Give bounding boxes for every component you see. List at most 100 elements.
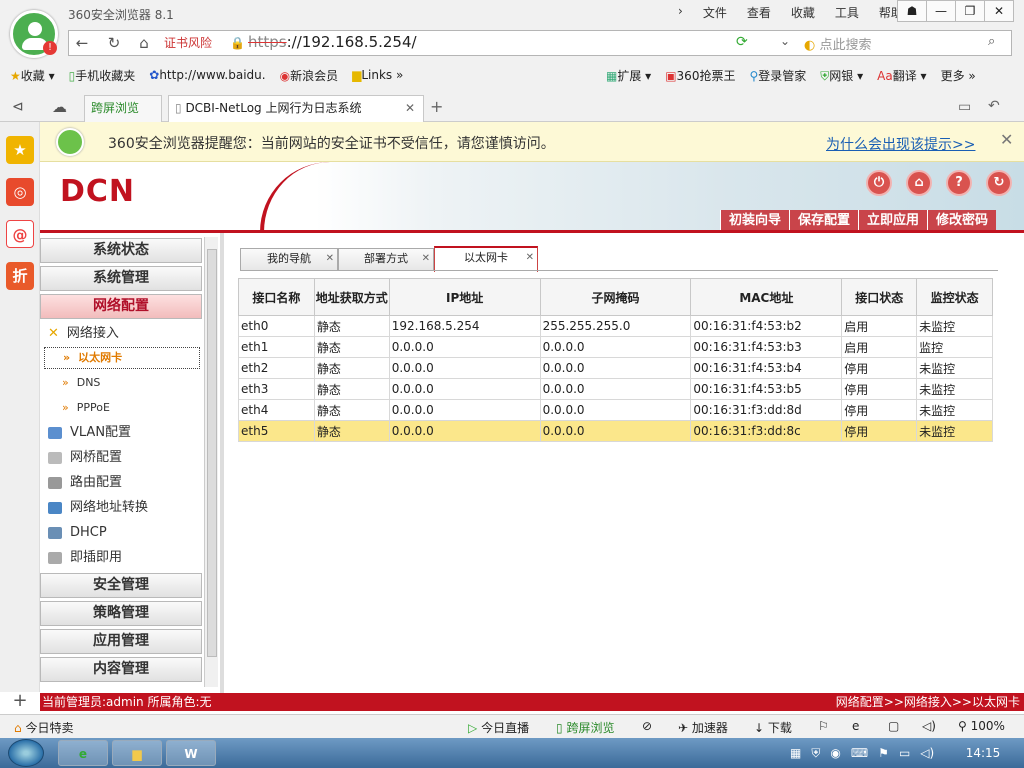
table-row[interactable]: eth2 静态 0.0.0.0 0.0.0.0 00:16:31:f4:53:b4 停用未…	[238, 357, 993, 379]
tab-deploy-mode[interactable]: 部署方式 ✕	[338, 248, 434, 270]
browser-logo-icon[interactable]: !	[10, 10, 58, 58]
status-cross-screen[interactable]: ▯ 跨屏浏览	[556, 719, 614, 736]
ext-translate[interactable]: Aa翻译 ▾	[877, 67, 926, 84]
ext-more[interactable]: 更多 »	[941, 67, 976, 84]
refresh-icon[interactable]: ↻	[986, 170, 1012, 196]
close-icon[interactable]: ✕	[422, 249, 430, 269]
url-text[interactable]: https://192.168.5.254/	[248, 33, 417, 51]
close-tab-icon[interactable]: ✕	[405, 96, 415, 121]
nav-setup-wizard[interactable]: 初装向导	[720, 210, 789, 232]
bookmark-mobile[interactable]: ▯手机收藏夹	[69, 67, 136, 84]
tab-my-nav[interactable]: 我的导航 ✕	[240, 248, 338, 270]
close-icon[interactable]: ✕	[526, 248, 534, 268]
weibo-icon[interactable]: ◎	[6, 178, 34, 206]
star-icon[interactable]: ★	[6, 136, 34, 164]
bookmark-sina[interactable]: ◉新浪会员	[280, 67, 339, 84]
tab-ethernet[interactable]: 以太网卡 ✕	[434, 246, 538, 272]
email-icon[interactable]: @	[6, 220, 34, 248]
status-download[interactable]: ↓ 下载	[754, 719, 792, 736]
refresh-icon[interactable]: ↻	[104, 33, 124, 53]
sidebar-item-dhcp[interactable]: DHCP	[48, 522, 107, 544]
sidebar-sub-pppoe[interactable]: » PPPoE	[62, 397, 110, 419]
sidebar-item-routing[interactable]: 路由配置	[48, 472, 122, 494]
undo-close-icon[interactable]: ↶	[988, 98, 1000, 114]
bookmark-baidu[interactable]: ✿http://www.baidu.	[149, 68, 265, 82]
volume-icon[interactable]: ◁)	[922, 719, 936, 733]
tray-shield-icon[interactable]: ⛨	[811, 746, 820, 761]
tray-network-icon[interactable]: ▦	[790, 746, 801, 761]
ext-ticket[interactable]: ▣360抢票王	[665, 67, 735, 84]
window-icon[interactable]: ▢	[888, 719, 899, 733]
banner-link[interactable]: 为什么会出现该提示>>	[826, 134, 975, 154]
discount-icon[interactable]: 折	[6, 262, 34, 290]
nav-change-password[interactable]: 修改密码	[927, 210, 996, 232]
sidebar-item-bridge[interactable]: 网桥配置	[48, 447, 122, 469]
sidebar-item-vlan[interactable]: VLAN配置	[48, 422, 131, 444]
add-icon[interactable]: +	[0, 690, 40, 712]
ext-extend[interactable]: ▦扩展 ▾	[606, 67, 651, 84]
home-icon[interactable]: ⌂	[906, 170, 932, 196]
menu-file[interactable]: 文件	[703, 4, 727, 21]
sidebar-item-system-management[interactable]: 系统管理	[40, 266, 202, 291]
flag-icon[interactable]: ⚐	[818, 719, 829, 733]
speed-icon[interactable]: ⊘	[642, 719, 652, 733]
tray-flag-icon[interactable]: ⚑	[878, 746, 889, 761]
reload-compat-icon[interactable]: ⟳	[736, 34, 748, 50]
bookmark-links[interactable]: ▆Links »	[352, 68, 403, 82]
sidebar-scrollbar[interactable]	[204, 237, 218, 687]
sidebar-sub-ethernet[interactable]: » 以太网卡	[44, 347, 200, 369]
status-accelerator[interactable]: ✈ 加速器	[678, 719, 728, 736]
ext-login[interactable]: ⚲登录管家	[749, 67, 806, 84]
logout-icon[interactable]: ⏻	[866, 170, 892, 196]
sidebar-item-network-config[interactable]: 网络配置	[40, 294, 202, 319]
back-icon[interactable]: ←	[72, 33, 92, 53]
minimize-button[interactable]: —	[926, 0, 956, 22]
taskbar-word-icon[interactable]: W	[166, 740, 216, 766]
tab-cross-screen[interactable]: 跨屏浏览	[84, 95, 162, 122]
sidebar-item-policy[interactable]: 策略管理	[40, 601, 202, 626]
maximize-button[interactable]: ❐	[955, 0, 985, 22]
tab-dcbi[interactable]: ▯ DCBI-NetLog 上网行为日志系统 ✕	[168, 95, 424, 122]
table-row[interactable]: eth3 静态 0.0.0.0 0.0.0.0 00:16:31:f4:53:b5 停用未…	[238, 378, 993, 400]
start-button[interactable]	[8, 739, 44, 767]
home-icon[interactable]: ⌂	[134, 33, 154, 53]
close-button[interactable]: ✕	[984, 0, 1014, 22]
tray-ime-icon[interactable]: ⌨	[851, 746, 868, 761]
sidebar-group-network-access[interactable]: ✕ 网络接入	[48, 323, 119, 345]
status-live[interactable]: ▷ 今日直播	[468, 719, 529, 736]
sidebar-item-application[interactable]: 应用管理	[40, 629, 202, 654]
nav-save-config[interactable]: 保存配置	[789, 210, 858, 232]
ext-bank[interactable]: ⛨网银 ▾	[820, 67, 863, 84]
tray-monitor-icon[interactable]: ▭	[899, 746, 910, 761]
close-icon[interactable]: ✕	[1000, 130, 1013, 149]
sidebar-item-plug-and-play[interactable]: 即插即用	[48, 547, 122, 569]
menu-view[interactable]: 查看	[747, 4, 771, 21]
sidebar-toggle-icon[interactable]: ⊲	[12, 99, 24, 115]
table-row[interactable]: eth4 静态 0.0.0.0 0.0.0.0 00:16:31:f3:dd:8d 停用未…	[238, 399, 993, 421]
status-sale[interactable]: ⌂ 今日特卖	[14, 719, 73, 736]
chevron-right-icon[interactable]: ›	[678, 4, 683, 21]
skin-icon[interactable]: ☗	[897, 0, 927, 22]
ie-icon[interactable]: e	[852, 719, 859, 733]
table-row[interactable]: eth0 静态 192.168.5.254 255.255.255.0 00:16:31…	[238, 315, 993, 337]
close-icon[interactable]: ✕	[326, 249, 334, 269]
bookmark-favorites[interactable]: ★收藏 ▾	[10, 67, 55, 84]
tray-360-icon[interactable]: ◉	[830, 746, 840, 761]
sidebar-item-security[interactable]: 安全管理	[40, 573, 202, 598]
menu-tools[interactable]: 工具	[835, 4, 859, 21]
nav-apply-now[interactable]: 立即应用	[858, 210, 927, 232]
restore-tabs-icon[interactable]: ▭	[958, 99, 971, 115]
search-input[interactable]: ◐ 点此搜索	[804, 34, 994, 53]
cert-warning-label[interactable]: 证书风险	[164, 34, 212, 51]
menu-favorites[interactable]: 收藏	[791, 4, 815, 21]
search-icon[interactable]: ⌕	[988, 34, 995, 49]
taskbar-explorer-icon[interactable]: ▆	[112, 740, 162, 766]
new-tab-icon[interactable]: +	[430, 97, 443, 116]
table-row[interactable]: eth1 静态 0.0.0.0 0.0.0.0 00:16:31:f4:53:b3 启用监…	[238, 336, 993, 358]
table-row[interactable]: eth5 静态 0.0.0.0 0.0.0.0 00:16:31:f3:dd:8c 停用未…	[238, 420, 993, 442]
help-icon[interactable]: ?	[946, 170, 972, 196]
sidebar-sub-dns[interactable]: » DNS	[62, 372, 100, 394]
taskbar-browser-icon[interactable]: e	[58, 740, 108, 766]
tray-volume-icon[interactable]: ◁)	[920, 746, 934, 761]
cloud-icon[interactable]: ☁	[52, 98, 67, 116]
